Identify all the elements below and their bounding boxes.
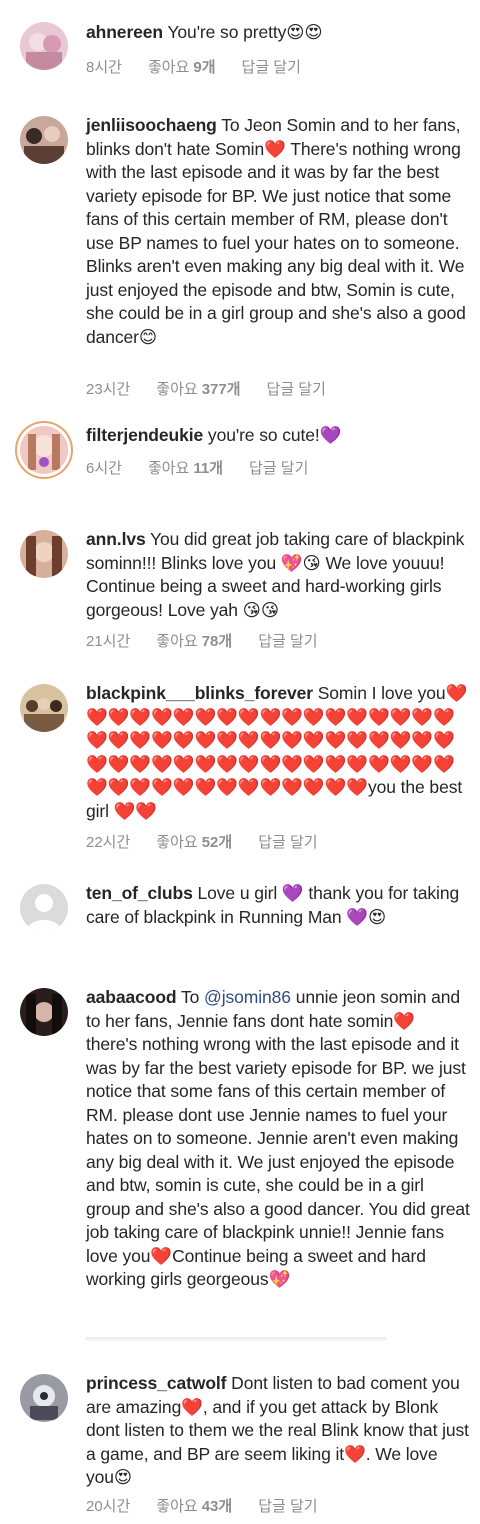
likes-label: 좋아요 bbox=[147, 59, 190, 76]
comment-likes[interactable]: 좋아요 11개 bbox=[148, 460, 223, 477]
comment-body: you're so cute!💜 bbox=[203, 425, 342, 445]
comment-time: 21시간 bbox=[86, 633, 131, 650]
comment-time: 22시간 bbox=[86, 834, 131, 851]
reply-button[interactable]: 답글 달기 bbox=[258, 633, 317, 650]
comment-body: unnie jeon somin and to her fans, Jennie… bbox=[86, 987, 470, 1289]
likes-count: 52개 bbox=[201, 834, 233, 851]
comment-meta: 8시간 좋아요 9개 답글 달기 bbox=[86, 56, 327, 77]
comment-text: princess_catwolf Dont listen to bad come… bbox=[86, 1372, 470, 1490]
comment-likes[interactable]: 좋아요 43개 bbox=[156, 1498, 232, 1515]
avatar[interactable] bbox=[20, 426, 68, 474]
reply-button[interactable]: 답글 달기 bbox=[242, 59, 301, 76]
mention-link[interactable]: @jsomin86 bbox=[204, 987, 291, 1007]
avatar[interactable] bbox=[20, 22, 68, 70]
comment-body: You're so pretty😍😍 bbox=[163, 22, 323, 42]
likes-label: 좋아요 bbox=[156, 633, 198, 650]
likes-count: 377개 bbox=[201, 381, 241, 398]
comment-likes[interactable]: 좋아요 377개 bbox=[156, 381, 240, 398]
reply-button[interactable]: 답글 달기 bbox=[267, 381, 326, 398]
likes-label: 좋아요 bbox=[156, 381, 198, 398]
comment-username[interactable]: ten_of_clubs bbox=[86, 883, 193, 903]
comment-meta: 20시간 좋아요 43개 답글 달기 bbox=[86, 1495, 344, 1516]
avatar[interactable] bbox=[20, 884, 68, 932]
comment-text: ann.lvs You did great job taking care of… bbox=[86, 528, 470, 622]
comment-meta: 21시간 좋아요 78개 답글 달기 bbox=[86, 630, 344, 651]
reply-button[interactable]: 답글 달기 bbox=[258, 1498, 317, 1515]
comment-username[interactable]: filterjendeukie bbox=[86, 425, 203, 445]
comment-username[interactable]: ahnereen bbox=[86, 22, 163, 42]
comment-likes[interactable]: 좋아요 78개 bbox=[156, 633, 232, 650]
comment-likes[interactable]: 좋아요 52개 bbox=[156, 834, 232, 851]
reply-button[interactable]: 답글 달기 bbox=[258, 834, 317, 851]
comment-text: ten_of_clubs Love u girl 💜 thank you for… bbox=[86, 882, 470, 929]
comment-username[interactable]: ann.lvs bbox=[86, 529, 146, 549]
comment-meta: 6시간 좋아요 11개 답글 달기 bbox=[86, 457, 334, 478]
avatar[interactable] bbox=[20, 684, 68, 732]
likes-count: 78개 bbox=[201, 633, 233, 650]
comment-likes[interactable]: 좋아요 9개 bbox=[148, 59, 216, 76]
likes-count: 9개 bbox=[193, 59, 216, 76]
comment-username[interactable]: aabaacood bbox=[86, 987, 177, 1007]
comment-meta: 23시간 좋아요 377개 답글 달기 bbox=[86, 378, 352, 399]
reply-button[interactable]: 답글 달기 bbox=[249, 460, 308, 477]
comment-text: filterjendeukie you're so cute!💜 bbox=[86, 424, 470, 448]
avatar[interactable] bbox=[20, 988, 68, 1036]
likes-label: 좋아요 bbox=[156, 1498, 198, 1515]
comment-username[interactable]: princess_catwolf bbox=[86, 1373, 227, 1393]
cutoff-fade bbox=[86, 1334, 386, 1342]
comment-body: Somin I love you❤️❤️❤️❤️❤️❤️❤️❤️❤️❤️❤️❤️… bbox=[86, 683, 468, 821]
comment-text: ahnereen You're so pretty😍😍 bbox=[86, 21, 470, 45]
comment-meta: 22시간 좋아요 52개 답글 달기 bbox=[86, 831, 344, 852]
comment-text: aabaacood To @jsomin86 unnie jeon somin … bbox=[86, 986, 470, 1292]
comment-time: 23시간 bbox=[86, 381, 131, 398]
likes-count: 11개 bbox=[193, 460, 224, 477]
comment-body-before: To bbox=[176, 987, 205, 1007]
comment-body: To Jeon Somin and to her fans, blinks do… bbox=[86, 115, 466, 347]
likes-label: 좋아요 bbox=[147, 460, 190, 477]
avatar[interactable] bbox=[20, 116, 68, 164]
avatar[interactable] bbox=[20, 1374, 68, 1422]
comment-text: jenliisoochaeng To Jeon Somin and to her… bbox=[86, 114, 470, 349]
avatar[interactable] bbox=[20, 530, 68, 578]
comment-time: 8시간 bbox=[86, 59, 122, 76]
comment-username[interactable]: blackpink___blinks_forever bbox=[86, 683, 313, 703]
comment-username[interactable]: jenliisoochaeng bbox=[86, 115, 217, 135]
likes-count: 43개 bbox=[201, 1498, 233, 1515]
comment-time: 6시간 bbox=[86, 460, 122, 477]
comment-text: blackpink___blinks_forever Somin I love … bbox=[86, 682, 470, 823]
likes-label: 좋아요 bbox=[156, 834, 198, 851]
comment-time: 20시간 bbox=[86, 1498, 131, 1515]
